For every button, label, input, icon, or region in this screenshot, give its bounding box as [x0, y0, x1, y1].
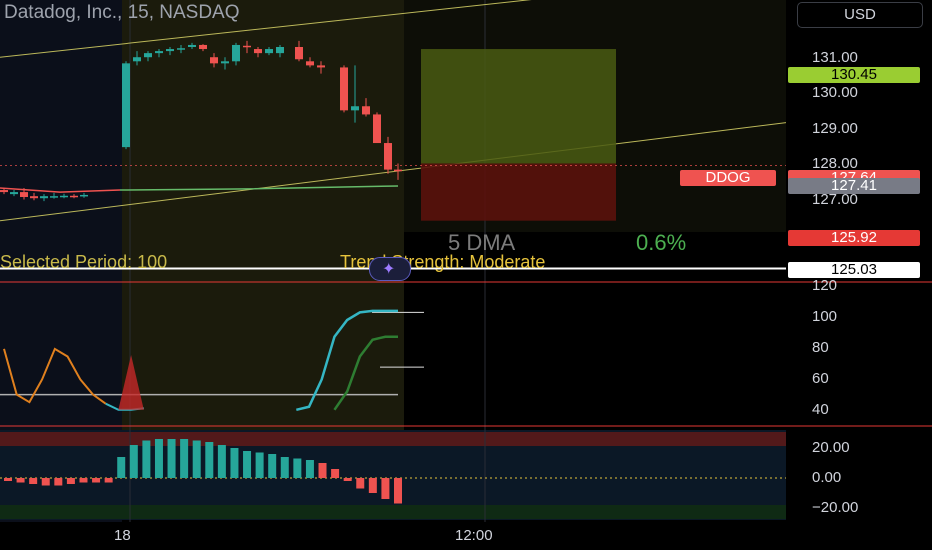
osc2-bar — [92, 478, 101, 483]
osc2-lower-band — [0, 505, 786, 519]
osc2-bar — [117, 457, 126, 478]
candle-body — [394, 169, 402, 172]
ticker-badge[interactable]: DDOG — [680, 170, 776, 186]
period-text: Selected Period: 100 — [0, 252, 168, 272]
chart-title: Datadog, Inc., 15, NASDAQ — [4, 2, 240, 23]
osc2-bar — [293, 458, 302, 478]
stop-zone — [421, 163, 616, 221]
osc2-bar — [167, 439, 176, 478]
osc2-bar — [66, 478, 75, 484]
osc2-upper-band — [0, 432, 786, 446]
osc2-bar — [41, 478, 50, 486]
osc-tick: 80 — [812, 339, 829, 356]
candle-body — [243, 45, 251, 48]
osc2-tick: 20.00 — [812, 439, 850, 456]
osc2-bar — [129, 445, 138, 478]
osc2-bar — [343, 478, 352, 481]
osc2-bar — [79, 478, 88, 483]
candle-body — [70, 195, 78, 198]
osc2-bar — [381, 478, 390, 499]
osc1-bg — [0, 286, 122, 425]
candle-body — [30, 196, 38, 199]
osc2-bar — [280, 457, 289, 478]
osc2-bar — [243, 451, 252, 478]
osc2-bar — [4, 478, 12, 481]
osc-tick: 40 — [812, 401, 829, 418]
candle-body — [80, 194, 88, 197]
osc2-bar — [318, 463, 327, 478]
osc2-tick: 0.00 — [812, 469, 842, 486]
osc-tick: 60 — [812, 370, 829, 387]
time-tick: 18 — [114, 527, 131, 544]
candle-body — [351, 106, 359, 111]
candle-body — [133, 57, 141, 62]
osc2-bar — [142, 440, 151, 478]
candle-body — [20, 192, 28, 197]
candle-body — [144, 53, 152, 58]
osc2-bar — [180, 439, 189, 478]
session-shading — [122, 0, 404, 430]
currency-button[interactable]: USD — [797, 2, 923, 28]
candle-body — [210, 57, 218, 64]
candle-body — [177, 48, 185, 50]
candle-body — [50, 196, 58, 198]
osc2-bar — [192, 440, 201, 478]
target-zone — [421, 49, 616, 164]
osc2-bar — [217, 445, 226, 478]
candle-body — [384, 143, 392, 170]
candle-body — [276, 47, 284, 54]
price-tick: 129.00 — [812, 120, 858, 137]
osc-tick: 120 — [812, 277, 838, 294]
candle-body — [306, 61, 314, 66]
osc2-bar — [205, 442, 214, 478]
osc2-bar — [16, 478, 25, 483]
osc-tick: 100 — [812, 308, 838, 325]
candle-body — [295, 47, 303, 60]
candle-body — [317, 65, 325, 68]
price-tick: 131.00 — [812, 49, 858, 66]
osc2-bar — [255, 452, 264, 478]
price-tick: 130.00 — [812, 84, 858, 101]
osc2-bar — [305, 460, 314, 478]
osc2-tick: −20.00 — [812, 499, 859, 516]
candle-body — [373, 114, 381, 144]
candle-body — [155, 51, 163, 54]
candle-body — [199, 44, 207, 50]
time-tick: 12:00 — [455, 527, 493, 544]
candle-body — [221, 61, 229, 64]
osc2-bar — [104, 478, 113, 483]
osc2-bar — [268, 454, 277, 478]
candle-body — [10, 192, 18, 195]
candle-body — [265, 49, 273, 54]
osc2-bar — [154, 439, 163, 478]
stop-price-badge: 125.92 — [788, 230, 920, 246]
candle-body — [232, 44, 240, 62]
candle-body — [0, 190, 8, 193]
sparkle-icon: ✦ — [382, 261, 396, 278]
dma-value: 0.6% — [636, 230, 687, 255]
candle-body — [188, 44, 196, 47]
osc2-bar — [230, 448, 239, 478]
current-price-badge: 127.41 — [788, 178, 920, 194]
osc2-bar — [368, 478, 377, 493]
osc2-bar — [331, 469, 340, 478]
osc2-bar — [29, 478, 38, 484]
osc2-bar — [54, 478, 63, 486]
candle-body — [166, 49, 174, 52]
candle-body — [122, 63, 130, 148]
osc2-bar — [394, 478, 402, 504]
osc2-bar — [356, 478, 365, 489]
candle-body — [362, 106, 370, 115]
price-badge-green: 130.45 — [788, 67, 920, 83]
drag-handle[interactable]: ✦ — [369, 257, 411, 281]
candle-body — [254, 49, 262, 54]
candle-body — [40, 196, 48, 199]
line-price-badge: 125.03 — [788, 262, 920, 278]
candle-body — [60, 195, 68, 198]
candle-body — [340, 67, 348, 111]
